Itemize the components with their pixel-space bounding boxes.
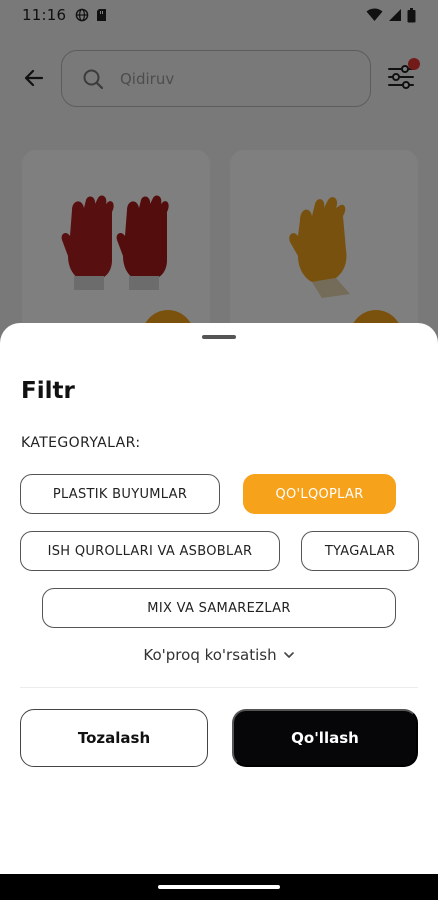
category-chip[interactable]: PLASTIK BUYUMLAR <box>20 474 220 514</box>
apply-button[interactable]: Qo'llash <box>232 709 418 767</box>
category-chip[interactable]: ISH QUROLLARI VA ASBOBLAR <box>20 531 280 571</box>
clear-button[interactable]: Tozalash <box>20 709 208 767</box>
categories-label: KATEGORYALAR: <box>21 435 141 451</box>
category-chip[interactable]: MIX VA SAMAREZLAR <box>42 588 396 628</box>
navigation-bar <box>0 874 438 900</box>
category-chip[interactable]: TYAGALAR <box>301 531 419 571</box>
home-indicator[interactable] <box>158 885 280 889</box>
category-chip-selected[interactable]: QO'LQOPLAR <box>243 474 396 514</box>
drag-handle[interactable] <box>202 335 236 339</box>
screen: 11:16 <box>0 0 438 900</box>
filter-bottom-sheet: Filtr KATEGORYALAR: PLASTIK BUYUMLAR QO'… <box>0 323 438 874</box>
show-more-label: Ko'proq ko'rsatish <box>143 646 277 664</box>
chevron-down-icon <box>283 652 294 658</box>
sheet-title: Filtr <box>21 378 75 404</box>
show-more-button[interactable]: Ko'proq ko'rsatish <box>0 646 438 664</box>
divider <box>20 687 418 688</box>
